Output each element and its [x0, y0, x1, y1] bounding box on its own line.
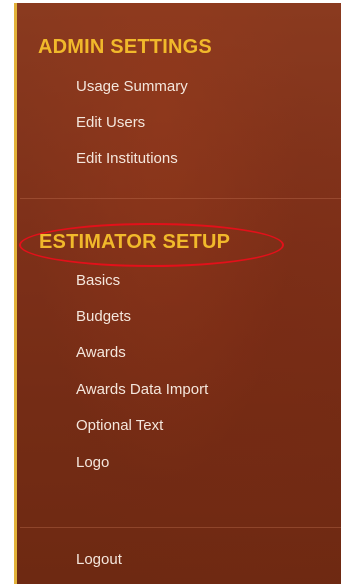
- logout-link[interactable]: Logout: [76, 551, 122, 568]
- nav-budgets[interactable]: Budgets: [76, 308, 131, 325]
- nav-edit-institutions[interactable]: Edit Institutions: [76, 150, 178, 167]
- estimator-setup-heading: ESTIMATOR SETUP: [39, 231, 231, 253]
- section-divider: [20, 198, 341, 199]
- section-divider: [20, 527, 341, 528]
- nav-awards[interactable]: Awards: [76, 344, 126, 361]
- nav-optional-text[interactable]: Optional Text: [76, 417, 163, 434]
- nav-awards-data-import[interactable]: Awards Data Import: [76, 381, 208, 398]
- nav-edit-users[interactable]: Edit Users: [76, 114, 145, 131]
- nav-usage-summary[interactable]: Usage Summary: [76, 78, 188, 95]
- nav-logo[interactable]: Logo: [76, 454, 109, 471]
- admin-settings-heading: ADMIN SETTINGS: [38, 36, 212, 58]
- admin-sidebar: ADMIN SETTINGS Usage Summary Edit Users …: [14, 3, 341, 584]
- nav-basics[interactable]: Basics: [76, 272, 120, 289]
